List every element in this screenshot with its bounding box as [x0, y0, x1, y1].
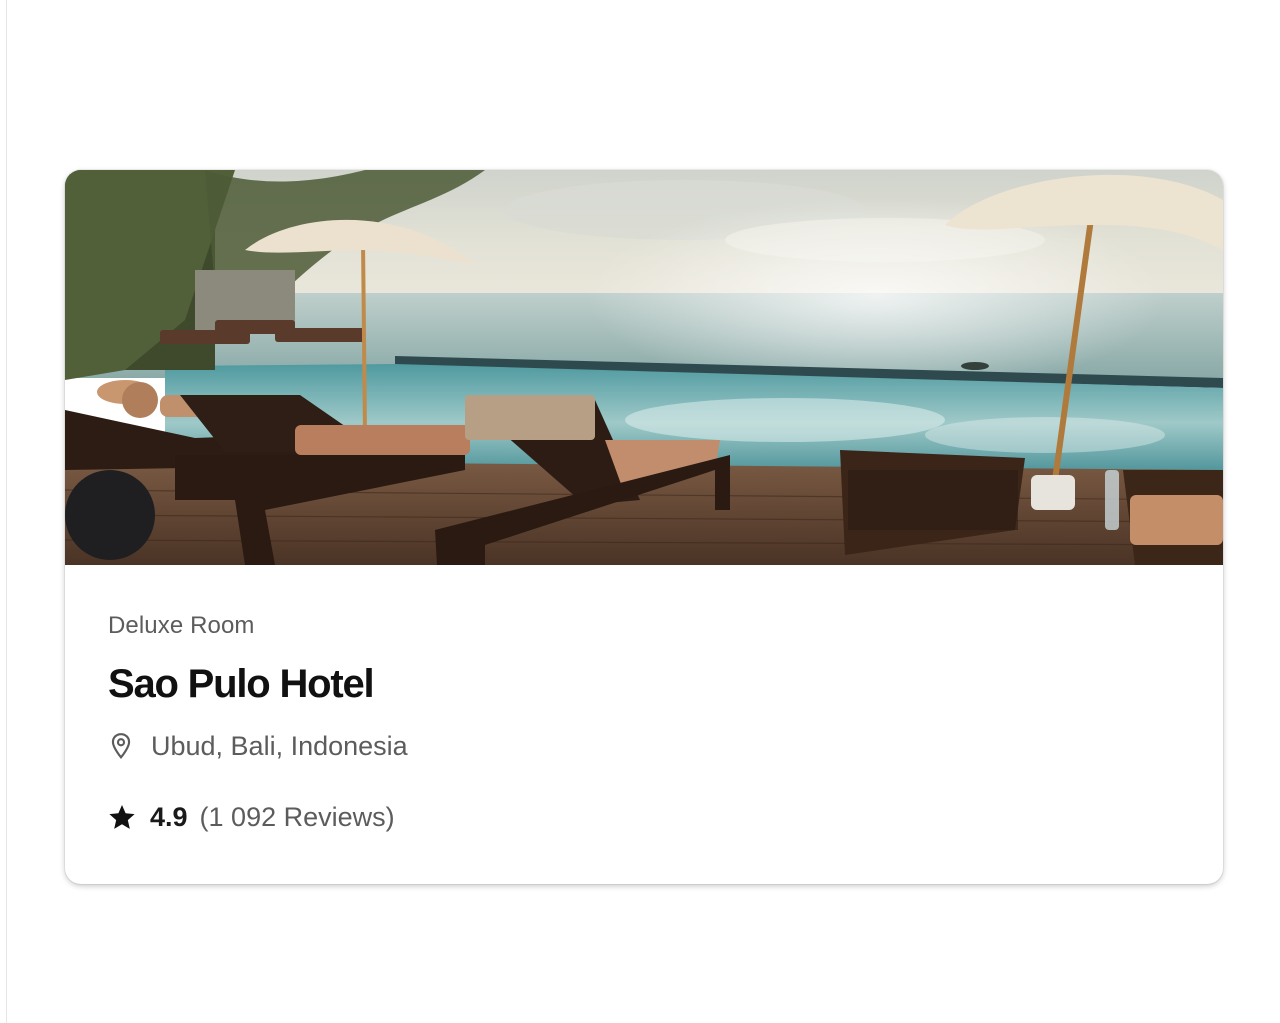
location-text: Ubud, Bali, Indonesia	[151, 730, 408, 761]
location-row: Ubud, Bali, Indonesia	[108, 730, 408, 762]
room-type-label: Deluxe Room	[108, 612, 255, 639]
map-pin-icon	[108, 732, 134, 760]
reviews-count-link[interactable]: (1 092 Reviews)	[200, 802, 395, 833]
hotel-photo	[65, 170, 1223, 565]
star-icon	[108, 804, 136, 831]
hotel-card[interactable]: Deluxe Room Sao Pulo Hotel Ubud, Bali, I…	[65, 170, 1223, 884]
rating-row: 4.9 (1 092 Reviews)	[108, 800, 395, 834]
hotel-name-title[interactable]: Sao Pulo Hotel	[108, 662, 375, 707]
rating-value: 4.9	[150, 801, 188, 832]
card-details: Deluxe Room Sao Pulo Hotel Ubud, Bali, I…	[108, 565, 1180, 884]
page-border	[6, 0, 7, 1023]
